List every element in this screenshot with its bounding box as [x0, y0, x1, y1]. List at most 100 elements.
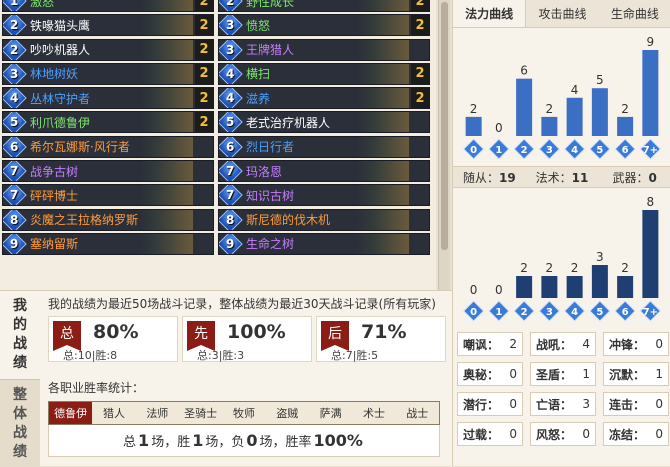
- card-art-thumbnail: [141, 0, 193, 11]
- bar-value-label: 2: [621, 261, 629, 275]
- bar-value-label: 2: [621, 102, 629, 116]
- mechanic-value: 0: [509, 427, 517, 441]
- mana-cost: 4: [9, 91, 19, 106]
- bar: [516, 78, 533, 136]
- deck-card-row[interactable]: 7 战争古树: [2, 160, 214, 183]
- deck-card-row[interactable]: 4 丛林守护者 2: [2, 87, 214, 110]
- minion-curve-chart: 0 0 0 1 2 2 2 3 2 4 3 5 2 6 8 7+: [453, 188, 670, 328]
- deck-card-row[interactable]: 3 王牌猎人: [218, 38, 430, 61]
- bar: [566, 276, 583, 298]
- mana-cost-gem: 3: [3, 63, 27, 84]
- mechanic-label: 过载：: [463, 427, 500, 442]
- deck-card-row[interactable]: 5 老式治疗机器人: [218, 111, 430, 134]
- side-tab-char: 战: [13, 336, 27, 352]
- deck-list-scrollbar[interactable]: [438, 0, 450, 290]
- first-winrate: 100%: [227, 321, 286, 343]
- class-tab[interactable]: 盗贼: [266, 402, 309, 424]
- card-count: 2: [411, 0, 429, 11]
- card-count: 2: [195, 112, 213, 133]
- class-tab[interactable]: 牧师: [222, 402, 265, 424]
- deck-card-row[interactable]: 7 知识古树: [218, 184, 430, 207]
- mechanics-grid: 嘲讽： 2 战吼： 4 冲锋： 0 奥秘： 0 圣盾： 1 沉默： 1 潜行： 0 亡语： 3 连击： 0 过载： 0…: [457, 332, 669, 452]
- mechanic-stat: 潜行： 0: [457, 392, 523, 416]
- mana-cost: 6: [225, 139, 235, 154]
- deck-card-row[interactable]: 5 利爪德鲁伊 2: [2, 111, 214, 134]
- class-tab[interactable]: 萨满: [309, 402, 352, 424]
- class-tab[interactable]: 战士: [396, 402, 439, 424]
- class-tab[interactable]: 猎人: [92, 402, 135, 424]
- mana-cost: 2: [9, 18, 19, 33]
- deck-card-row[interactable]: 2 野性成长 2: [218, 0, 430, 12]
- tick-label: 6: [622, 307, 629, 318]
- class-tab[interactable]: 德鲁伊: [49, 402, 93, 424]
- mechanic-value: 2: [509, 337, 517, 351]
- card-art-thumbnail: [141, 233, 193, 254]
- deck-card-row[interactable]: 6 希尔瓦娜斯·风行者: [2, 135, 214, 158]
- bar-value-label: 2: [546, 261, 554, 275]
- tab-mana-curve[interactable]: 法力曲线: [453, 0, 527, 27]
- deck-card-row[interactable]: 8 斯尼德的伐木机: [218, 208, 430, 231]
- mechanic-value: 0: [655, 397, 663, 411]
- total-tag: 总: [53, 321, 81, 351]
- deck-card-row[interactable]: 6 烈日行者: [218, 135, 430, 158]
- total-winrate: 80%: [93, 321, 139, 343]
- deck-card-row[interactable]: 2 铁喙猫头鹰 2: [2, 14, 214, 37]
- mana-cost: 2: [225, 0, 235, 8]
- result-lose-label: 场，负: [205, 435, 245, 450]
- card-art-thumbnail: [357, 88, 409, 109]
- mechanics-row: 过载： 0 风怒： 0 冻结： 0: [457, 422, 669, 446]
- deck-card-row[interactable]: 3 林地树妖 2: [2, 62, 214, 85]
- tab-my-record[interactable]: 我的战绩: [0, 291, 40, 379]
- bar-value-label: 6: [520, 64, 528, 78]
- card-art-thumbnail: [141, 39, 193, 60]
- total-games: 总:10|胜:8: [63, 349, 118, 362]
- card-art-thumbnail: [141, 88, 193, 109]
- deck-card-row[interactable]: 1 激怒 2: [2, 0, 214, 12]
- mana-cost: 9: [9, 236, 19, 251]
- mechanic-label: 战吼：: [536, 337, 573, 352]
- first-winrate-box: 先 100% 总:3|胜:3: [182, 316, 312, 362]
- card-art-thumbnail: [357, 63, 409, 84]
- mana-cost: 3: [9, 66, 19, 81]
- mechanic-stat: 冲锋： 0: [603, 332, 669, 356]
- side-tab-char: 我: [13, 298, 27, 314]
- side-tab-char: 整: [13, 386, 27, 403]
- deck-card-row[interactable]: 4 滋养 2: [218, 87, 430, 110]
- mana-cost: 3: [225, 18, 235, 33]
- bar: [566, 97, 583, 136]
- result-rate-label: 场，胜率: [259, 435, 312, 450]
- mechanic-stat: 奥秘： 0: [457, 362, 523, 386]
- class-tab[interactable]: 圣骑士: [179, 402, 222, 424]
- mana-cost: 5: [9, 115, 19, 130]
- card-art-thumbnail: [357, 185, 409, 206]
- result-win: 1: [192, 431, 204, 450]
- deck-column-left: 1 激怒 2 2 铁喙猫头鹰 2 2 吵吵机器人 2 3 林地树妖 2 4 丛林守护者 2 5 利爪德鲁伊 2 6 希…: [2, 0, 214, 257]
- deck-card-row[interactable]: 9 塞纳留斯: [2, 232, 214, 255]
- weapon-count: 武器：0: [612, 170, 657, 185]
- tab-overall-record[interactable]: 整体战绩: [0, 379, 40, 467]
- mana-cost: 1: [9, 0, 19, 8]
- mana-cost-gem: 7: [3, 161, 27, 182]
- deck-card-row[interactable]: 7 玛洛恩: [218, 160, 430, 183]
- bar: [642, 50, 659, 136]
- tick-label: 5: [596, 307, 603, 318]
- deck-card-row[interactable]: 2 吵吵机器人 2: [2, 38, 214, 61]
- bar: [617, 116, 634, 136]
- bar-value-label: 0: [495, 121, 503, 135]
- mana-cost-gem: 8: [3, 209, 27, 230]
- tab-health-curve[interactable]: 生命曲线: [599, 0, 670, 27]
- deck-card-row[interactable]: 4 横扫 2: [218, 62, 430, 85]
- tab-attack-curve[interactable]: 攻击曲线: [526, 0, 598, 27]
- deck-card-row[interactable]: 7 砰砰博士: [2, 184, 214, 207]
- deck-card-row[interactable]: 3 愤怒 2: [218, 14, 430, 37]
- deck-card-row[interactable]: 8 炎魔之王拉格纳罗斯: [2, 208, 214, 231]
- result-prefix: 总: [123, 435, 137, 450]
- class-tab[interactable]: 法师: [136, 402, 179, 424]
- tick-label: 0: [470, 145, 477, 156]
- class-tab[interactable]: 术士: [352, 402, 395, 424]
- mechanic-value: 0: [655, 427, 663, 441]
- mana-cost-gem: 7: [219, 161, 243, 182]
- deck-card-row[interactable]: 9 生命之树: [218, 232, 430, 255]
- scrollbar-thumb[interactable]: [441, 2, 448, 250]
- side-tab-char: 绩: [13, 443, 27, 460]
